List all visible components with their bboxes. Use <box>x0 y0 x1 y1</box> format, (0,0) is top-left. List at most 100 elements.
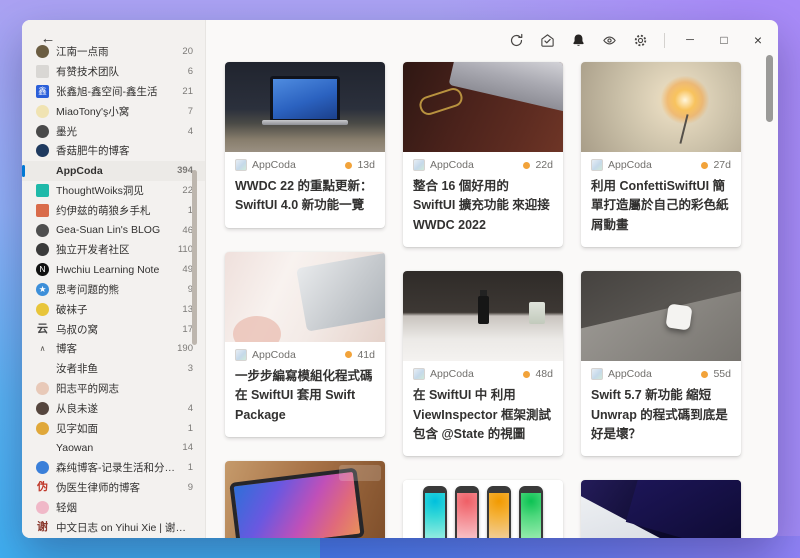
feed-label: 香菇肥牛的博客 <box>56 145 130 158</box>
mark-all-read-icon <box>540 33 555 48</box>
feed-favicon <box>36 302 49 316</box>
sidebar-feed-item[interactable]: ★ 思考问题的熊 9 <box>22 280 205 300</box>
feed-label: 博客 <box>56 343 77 356</box>
source-name: AppCoda <box>430 159 474 171</box>
feed-label: 汝者非鱼 <box>56 363 98 376</box>
sidebar-feed-item[interactable]: 从良未遂 4 <box>22 398 205 418</box>
unread-count: 190 <box>177 343 193 355</box>
article-thumbnail <box>225 251 385 342</box>
article-card[interactable]: AppCoda 22d 整合 16 個好用的 SwiftUI 擴充功能 來迎接 WW… <box>403 62 563 248</box>
sidebar-feed-item[interactable]: 香菇肥牛的博客 <box>22 141 205 161</box>
main-scrollbar-thumb[interactable] <box>766 55 773 122</box>
source-name: AppCoda <box>608 368 652 381</box>
card-meta: AppCoda 13d <box>225 152 385 171</box>
sidebar-feed-item[interactable]: 轻烟 <box>22 497 205 517</box>
article-card[interactable]: AppCoda 27d 利用 ConfettiSwiftUI 簡單打造屬於自己的彩色… <box>581 62 741 248</box>
feed-label: 独立开发者社区 <box>56 244 130 257</box>
feed-label: 乌叔の窝 <box>56 323 98 336</box>
settings-button[interactable] <box>628 27 653 53</box>
article-title: Swift 5.7 新功能 縮短 Unwrap 的程式碼到底是好是壞？ <box>591 388 728 441</box>
article-age: 13d <box>357 159 375 171</box>
feed-label: 江南一点雨 <box>56 46 109 59</box>
maximize-button[interactable]: □ <box>710 27 738 53</box>
toggle-read-view-button[interactable] <box>597 27 622 53</box>
sidebar-feed-item[interactable]: Gea-Suan Lin's BLOG 46 <box>22 220 205 240</box>
sidebar-feed-item[interactable]: Yaowan 14 <box>22 438 205 458</box>
feed-label: ThoughtWoiks洞见 <box>56 184 144 197</box>
sidebar-feed-item[interactable]: 阳志平的网志 <box>22 379 205 399</box>
sidebar-feed-item[interactable]: 伪伪医生律师的博客 9 <box>22 478 205 498</box>
unread-count: 20 <box>182 46 193 58</box>
article-title: WWDC 22 的重點更新：SwiftUI 4.0 新功能一覽 <box>235 179 373 213</box>
feed-label: 阳志平的网志 <box>56 382 119 395</box>
source-name: AppCoda <box>608 159 652 171</box>
sidebar-group-header[interactable]: ∧ 博客 190 <box>22 339 205 359</box>
article-title: 在 SwiftUI 中 利用 ViewInspector 框架測試包含 @Sta… <box>413 388 551 441</box>
feed-favicon <box>36 421 49 435</box>
sidebar-feed-item[interactable]: MiaoTony'ş小窝 7 <box>22 101 205 121</box>
source-favicon <box>591 159 603 171</box>
feed-favicon <box>36 401 49 415</box>
sidebar-scrollbar-thumb[interactable] <box>192 170 197 345</box>
grid-column: AppCoda 22d 整合 16 個好用的 SwiftUI 擴充功能 來迎接 WW… <box>403 62 563 538</box>
notifications-button[interactable] <box>566 27 591 53</box>
settings-gear-icon <box>633 33 648 48</box>
source-favicon <box>413 159 425 171</box>
feed-label: 有赞技术团队 <box>56 66 119 79</box>
phone-mockup <box>455 486 479 538</box>
article-card[interactable]: AppCoda 48d 在 SwiftUI 中 利用 ViewInspector 框… <box>403 271 563 457</box>
article-card[interactable] <box>581 480 741 538</box>
sidebar-feed-item[interactable]: N Hwchiu Learning Note 49 <box>22 260 205 280</box>
sidebar-feed-item[interactable]: 约伊兹的萌狼乡手札 1 <box>22 200 205 220</box>
sidebar-feed-item[interactable]: 谢中文日志 on Yihui Xie | 谢益辉 <box>22 517 205 537</box>
desktop: { "titlebar": { "back_glyph": "←", "acti… <box>0 0 800 558</box>
feed-favicon <box>36 223 49 237</box>
article-age: 27d <box>713 159 731 171</box>
feed-label: 中文日志 on Yihui Xie | 谢益辉 <box>56 521 193 534</box>
article-card[interactable]: AppCoda 55d Swift 5.7 新功能 縮短 Unwrap 的程式碼到底… <box>581 271 741 457</box>
feed-favicon: 鑫 <box>36 84 49 98</box>
sidebar-feed-item[interactable]: 墨光 4 <box>22 121 205 141</box>
feed-label: 墨光 <box>56 125 77 138</box>
article-title: 利用 ConfettiSwiftUI 簡單打造屬於自己的彩色紙屑動畫 <box>591 179 729 232</box>
sidebar-feed-item[interactable]: 独立开发者社区 110 <box>22 240 205 260</box>
sidebar-feed-item[interactable]: 见字如面 1 <box>22 418 205 438</box>
close-button[interactable]: × <box>744 27 772 53</box>
article-thumbnail <box>403 62 563 152</box>
article-age: 48d <box>535 368 553 381</box>
refresh-icon <box>509 33 524 48</box>
sidebar-feed-item[interactable]: 江南一点雨 20 <box>22 42 205 62</box>
article-title: 一步步編寫模組化程式碼 在 SwiftUI 套用 Swift Package <box>235 368 373 422</box>
article-card[interactable]: AppCoda 13d WWDC 22 的重點更新：SwiftUI 4.0 新功能一… <box>225 62 385 228</box>
sidebar: ← 江南一点雨 20 有赞技术团队 6 鑫张鑫旭-鑫空间-鑫生活 21 MiaoTony'ş… <box>22 20 206 538</box>
sidebar-feed-item[interactable]: 云乌叔の窝 17 <box>22 319 205 339</box>
unread-count: 9 <box>187 481 193 493</box>
refresh-button[interactable] <box>504 27 529 53</box>
sidebar-feed-item[interactable]: 破袜子 13 <box>22 299 205 319</box>
unread-dot <box>523 161 531 169</box>
card-meta: AppCoda 48d <box>403 361 563 381</box>
unread-count: 4 <box>187 125 193 137</box>
sidebar-feed-item[interactable]: AppCoda 394 <box>22 160 205 181</box>
article-title: 整合 16 個好用的 SwiftUI 擴充功能 來迎接 WWDC 2022 <box>413 179 550 232</box>
feed-favicon <box>36 381 49 395</box>
article-thumbnail <box>225 62 385 152</box>
unread-count: 6 <box>187 66 193 78</box>
sidebar-feed-item[interactable]: 有赞技术团队 6 <box>22 62 205 82</box>
article-card[interactable]: AppCoda 41d 一步步編寫模組化程式碼 在 SwiftUI 套用 Swift… <box>225 251 385 437</box>
article-card[interactable] <box>403 480 563 538</box>
titlebar-toolbar: ─ □ × <box>206 20 772 60</box>
unread-count: 7 <box>187 105 193 117</box>
minimize-button[interactable]: ─ <box>676 27 704 53</box>
mark-all-read-button[interactable] <box>535 27 560 53</box>
feed-label: 张鑫旭-鑫空间-鑫生活 <box>56 85 158 98</box>
article-card[interactable] <box>225 460 385 538</box>
sidebar-feed-item[interactable]: 鑫张鑫旭-鑫空间-鑫生活 21 <box>22 82 205 102</box>
feed-favicon <box>36 441 49 454</box>
sidebar-feed-item[interactable]: 汝者非鱼 3 <box>22 359 205 379</box>
unread-count: 21 <box>182 85 193 97</box>
sidebar-feed-item[interactable]: ThoughtWoiks洞见 22 <box>22 181 205 201</box>
sidebar-feed-item[interactable]: 森纯博客-记录生活和分享知识的...1 <box>22 458 205 478</box>
feed-favicon <box>36 164 49 177</box>
feed-favicon <box>36 144 49 158</box>
